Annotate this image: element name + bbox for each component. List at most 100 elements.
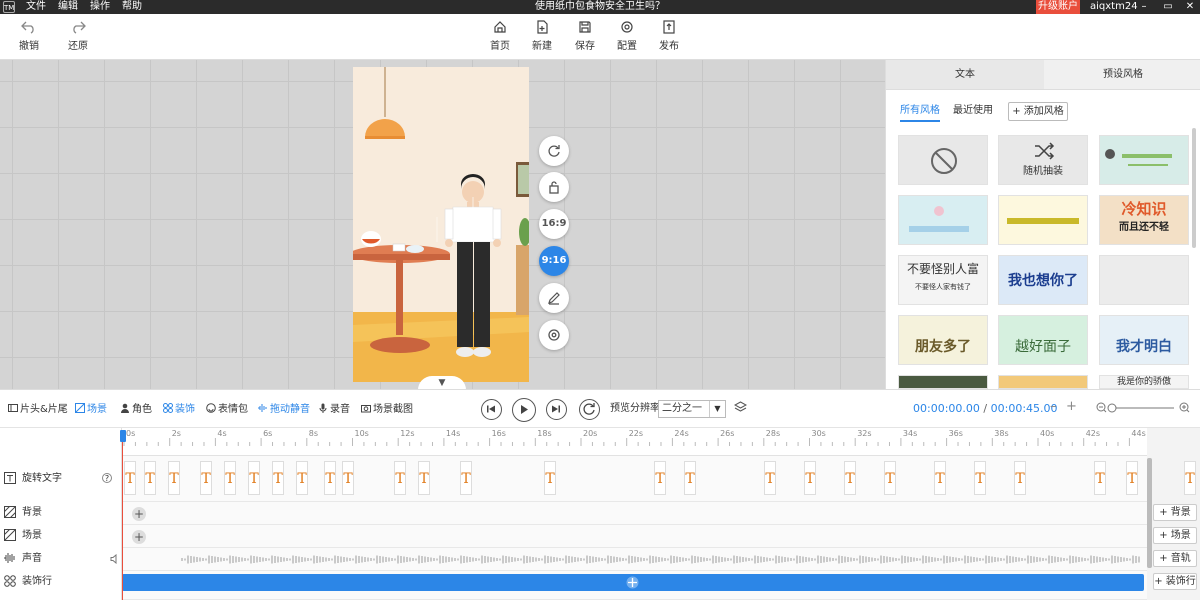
- track-decor-row[interactable]: [122, 571, 1147, 600]
- text-clip[interactable]: T: [544, 461, 556, 495]
- panel-scrollbar[interactable]: [1192, 128, 1196, 248]
- text-clip[interactable]: T: [418, 461, 430, 495]
- style-miss-you[interactable]: 我也想你了: [998, 255, 1088, 305]
- text-clip[interactable]: T: [1184, 461, 1196, 495]
- text-clip[interactable]: T: [296, 461, 308, 495]
- text-clip[interactable]: T: [394, 461, 406, 495]
- track-scene[interactable]: +: [122, 525, 1147, 548]
- publish-button[interactable]: 发布: [649, 20, 689, 52]
- new-button[interactable]: 新建: [522, 20, 562, 52]
- close-button[interactable]: ✕: [1180, 0, 1200, 14]
- style-thumb-partial-2[interactable]: [998, 375, 1088, 389]
- text-clip[interactable]: T: [324, 461, 336, 495]
- replay-button[interactable]: [579, 399, 600, 420]
- text-clip[interactable]: T: [764, 461, 776, 495]
- style-none[interactable]: [898, 135, 988, 185]
- add-style-button[interactable]: + 添加风格: [1008, 102, 1068, 121]
- upgrade-account-button[interactable]: 升级账户: [1036, 0, 1080, 14]
- add-background-track-button[interactable]: + 背景: [1153, 504, 1197, 521]
- decor-tool-button[interactable]: 装饰: [163, 403, 195, 416]
- unlock-button[interactable]: [539, 172, 569, 202]
- text-clip[interactable]: T: [248, 461, 260, 495]
- save-button[interactable]: 保存: [565, 20, 605, 52]
- text-clip[interactable]: T: [200, 461, 212, 495]
- time-ruler[interactable]: 0s 2s 4s 6s 8s 10s 12s 14s 16s 18s 20s 22s 24s 26s 28s…: [122, 428, 1147, 456]
- add-background-clip-button[interactable]: +: [132, 507, 146, 521]
- editor-canvas[interactable]: 16:9 9:16: [0, 60, 885, 389]
- style-thumb-empty[interactable]: [1099, 255, 1189, 305]
- text-clip[interactable]: T: [974, 461, 986, 495]
- style-thumb-2[interactable]: [898, 195, 988, 245]
- style-thumb-partial-1[interactable]: [898, 375, 988, 389]
- skip-back-button[interactable]: [481, 399, 502, 420]
- maximize-button[interactable]: ▭: [1158, 0, 1178, 14]
- add-scene-clip-button[interactable]: +: [132, 530, 146, 544]
- edit-button[interactable]: [539, 283, 569, 313]
- resolution-select[interactable]: 二分之一 ▼: [658, 400, 726, 418]
- menu-help[interactable]: 帮助: [122, 0, 142, 14]
- text-clip[interactable]: T: [224, 461, 236, 495]
- minimize-button[interactable]: –: [1134, 0, 1154, 14]
- speaker-icon[interactable]: [110, 554, 120, 564]
- text-clip[interactable]: T: [1014, 461, 1026, 495]
- scene-stage[interactable]: [353, 67, 529, 382]
- style-friends[interactable]: 朋友多了: [898, 315, 988, 365]
- tab-text[interactable]: 文本: [886, 60, 1044, 90]
- text-clip[interactable]: T: [124, 461, 136, 495]
- zoom-slider[interactable]: [1096, 400, 1192, 416]
- text-clip[interactable]: T: [460, 461, 472, 495]
- text-clip[interactable]: T: [168, 461, 180, 495]
- layers-button[interactable]: [734, 401, 747, 414]
- add-decor-track-button[interactable]: + 装饰行: [1153, 573, 1197, 590]
- record-button[interactable]: 录音: [318, 403, 350, 416]
- rotate-button[interactable]: [539, 136, 569, 166]
- timeline-scrollbar[interactable]: [1147, 458, 1152, 568]
- track-sound[interactable]: [122, 548, 1147, 571]
- role-tool-button[interactable]: 角色: [120, 403, 152, 416]
- skip-forward-button[interactable]: [546, 399, 567, 420]
- collapse-timeline-button[interactable]: ▼: [418, 376, 466, 390]
- menu-file[interactable]: 文件: [26, 0, 46, 14]
- style-cold-knowledge[interactable]: 冷知识 而且还不轻: [1099, 195, 1189, 245]
- text-clip[interactable]: T: [654, 461, 666, 495]
- text-clip[interactable]: T: [684, 461, 696, 495]
- playhead-line[interactable]: [122, 430, 123, 600]
- emoji-tool-button[interactable]: 表情包: [206, 403, 248, 416]
- tab-preset-style[interactable]: 预设风格: [1044, 60, 1200, 90]
- style-thumb-partial-3[interactable]: 我是你的骄傲: [1099, 375, 1189, 389]
- track-background[interactable]: +: [122, 502, 1147, 525]
- text-clip[interactable]: T: [1126, 461, 1138, 495]
- text-clip[interactable]: T: [144, 461, 156, 495]
- menu-operate[interactable]: 操作: [90, 0, 110, 14]
- style-thumb-3[interactable]: [998, 195, 1088, 245]
- config-button[interactable]: 配置: [607, 20, 647, 52]
- subtab-recent[interactable]: 最近使用: [953, 102, 993, 120]
- undo-button[interactable]: 撤销: [9, 20, 49, 52]
- add-audio-track-button[interactable]: + 音轨: [1153, 550, 1197, 567]
- playhead-handle[interactable]: [120, 430, 126, 442]
- style-thumb-1[interactable]: [1099, 135, 1189, 185]
- ratio-9-16-button[interactable]: 9:16: [539, 246, 569, 276]
- time-plus-button[interactable]: +: [1066, 400, 1077, 413]
- add-scene-track-button[interactable]: + 场景: [1153, 527, 1197, 544]
- style-random[interactable]: 随机抽装: [998, 135, 1088, 185]
- play-button[interactable]: [512, 398, 536, 422]
- text-clip[interactable]: T: [804, 461, 816, 495]
- subtab-all-styles[interactable]: 所有风格: [900, 102, 940, 122]
- ratio-16-9-button[interactable]: 16:9: [539, 209, 569, 239]
- scene-tool-button[interactable]: 场景: [75, 403, 107, 416]
- decor-clip[interactable]: [122, 574, 1144, 591]
- menu-edit[interactable]: 编辑: [58, 0, 78, 14]
- style-rich[interactable]: 不要怪别人富 不要怪人家有钱了: [898, 255, 988, 305]
- text-clip[interactable]: T: [1094, 461, 1106, 495]
- redo-button[interactable]: 还原: [58, 20, 98, 52]
- text-clip[interactable]: T: [934, 461, 946, 495]
- text-clip[interactable]: T: [844, 461, 856, 495]
- username[interactable]: aiqxtm24: [1090, 0, 1138, 14]
- help-icon[interactable]: ?: [102, 473, 112, 483]
- opening-ending-button[interactable]: 片头&片尾: [8, 403, 68, 416]
- text-clip[interactable]: T: [342, 461, 354, 495]
- style-understand[interactable]: 我才明白: [1099, 315, 1189, 365]
- text-clip[interactable]: T: [884, 461, 896, 495]
- time-minus-button[interactable]: –: [1050, 400, 1057, 413]
